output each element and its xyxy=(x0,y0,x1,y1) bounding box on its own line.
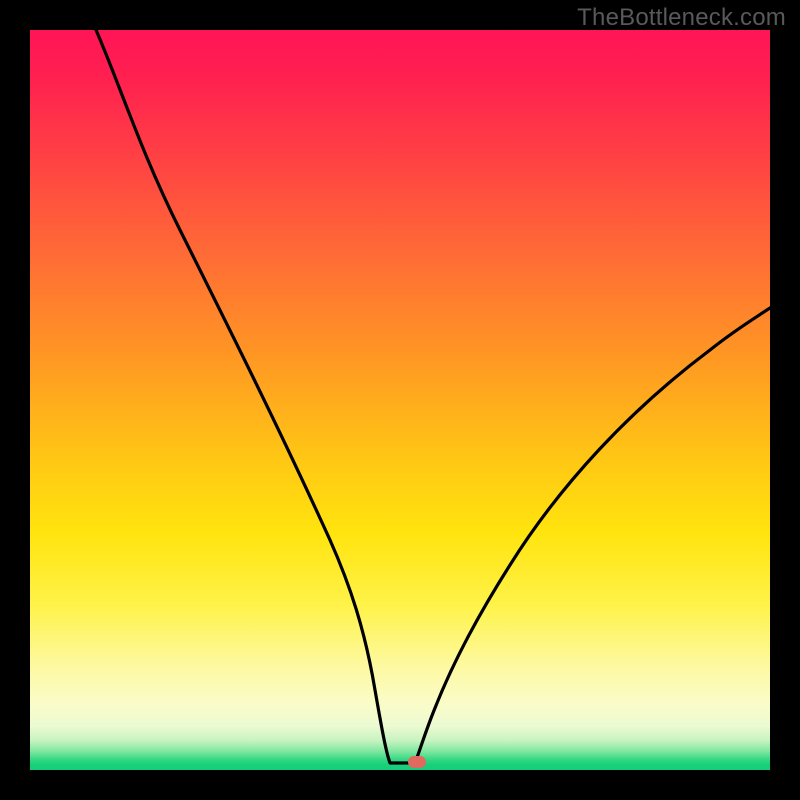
chart-frame: TheBottleneck.com xyxy=(0,0,800,800)
plot-area xyxy=(30,30,770,770)
watermark-text: TheBottleneck.com xyxy=(577,4,786,32)
bottleneck-curve-svg xyxy=(30,30,770,770)
minimum-marker xyxy=(408,756,426,768)
bottleneck-curve xyxy=(96,30,770,763)
